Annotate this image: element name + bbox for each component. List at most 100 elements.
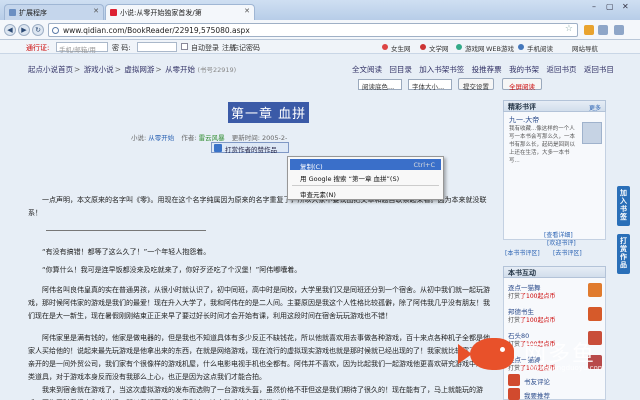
close-icon[interactable]: ✕ [244, 7, 250, 15]
tab-label: 小说:从零开始独家首发/第 [120, 9, 202, 17]
forward-icon[interactable]: ▶ [18, 24, 30, 36]
chapter-paragraph: 阿伟名叫良伟皇真的实在普通男孩，从很小时就认识了，初中同班，高中时是同校，大学里… [28, 286, 490, 320]
reload-icon[interactable]: ↻ [32, 24, 44, 36]
breadcrumb-vr[interactable]: 虚拟网游 [124, 65, 154, 74]
review-text: 我有收藏...像这样的一个人写一本书会写那么久，一本书有那么长，起码是回到以上还… [509, 126, 576, 164]
female-site-icon [382, 44, 388, 50]
window-close-icon[interactable]: ✕ [622, 2, 629, 11]
meta-label-novel: 小说: [131, 134, 147, 142]
menu-shortcut: Ctrl+C [413, 161, 435, 169]
gift-icon [214, 144, 222, 152]
breadcrumb: 起点小说首页> 游戏小说> 虚拟网游> 从零开始 (书号22919) [28, 65, 237, 74]
donor-value: 了100起点币 [520, 293, 556, 300]
meta-label-updated: 更新时间: [231, 134, 260, 142]
breadcrumb-book[interactable]: 从零开始 [165, 65, 195, 74]
donor-amount: 打赏了100起点币 [508, 315, 555, 324]
chapter-paragraph: 我来到宿舍就在游戏了，当这次虚拟游戏的发布而选购了一台游戏头盔，虽然价格不菲但这… [28, 386, 483, 400]
autologin-checkbox[interactable] [181, 43, 188, 50]
tip-work-tab[interactable]: 打赏作品 [617, 234, 630, 274]
meta-author[interactable]: 雷云风暴 [199, 134, 225, 142]
qidian-favicon-icon [110, 9, 117, 16]
breadcrumb-games[interactable]: 游戏小说 [84, 65, 114, 74]
tab-extensions[interactable]: 扩展程序 ✕ [4, 4, 104, 20]
menu-item-copy[interactable]: 复制(C) Ctrl+C [290, 159, 441, 171]
fullscreen-button[interactable]: 全屏阅读 [502, 78, 542, 91]
review-links: [欢迎书评] [本书书评区] [去书评区] [503, 238, 606, 257]
review-user[interactable]: 九一.大帝 [509, 115, 539, 125]
menu-label: 用 Google 搜索 “第一章 血拼”(S) [300, 175, 400, 183]
tab-novel[interactable]: 小说:从零开始独家首发/第 ✕ [105, 4, 255, 20]
list-item[interactable]: 逐点一猫舞 打赏了100起点币 [508, 282, 603, 302]
mobile-icon [518, 44, 524, 50]
reader-links: 全文阅读 回目录 加入书架书签 投推荐票 我的书架 返回书页 返回书目 [352, 64, 619, 75]
submit-settings-button[interactable]: 提交设置 [458, 78, 494, 91]
minimize-icon[interactable]: – [592, 2, 596, 11]
breadcrumb-home[interactable]: 起点小说首页 [28, 65, 73, 74]
menu-item-inspect[interactable]: 审查元素(N) [290, 187, 441, 199]
login-bar: 通行证: 手机/邮箱/用 密 码: 自动登录 注册 忘记密码 女生网 文学网 游… [0, 40, 640, 54]
toplink-mobile[interactable]: 手机阅读 [527, 43, 553, 53]
address-bar[interactable]: www.qidian.com/BookReader/22919,575080.a… [48, 23, 578, 37]
link-bookmark[interactable]: 加入书架书签 [419, 65, 464, 74]
puzzle-icon [9, 9, 16, 16]
forgot-password-link[interactable]: 忘记密码 [232, 43, 260, 53]
reviews-more-link[interactable]: 更多 [589, 103, 601, 112]
toplink-nav[interactable]: 网站导航 [572, 43, 598, 53]
welcome-review-link[interactable]: [欢迎书评] [547, 238, 576, 247]
medal-icon [588, 307, 602, 321]
browser-tab-bar: 扩展程序 ✕ 小说:从零开始独家首发/第 ✕ – ▢ ✕ [0, 0, 640, 20]
link-toc[interactable]: 回目录 [389, 65, 412, 74]
link-recommend[interactable]: 投推荐票 [472, 65, 502, 74]
literature-icon [420, 44, 426, 50]
font-size-select[interactable]: 字体大小... [408, 79, 452, 91]
list-item[interactable]: 邦德书生 打赏了100起点币 [508, 306, 603, 326]
link-bookpage[interactable]: 返回书页 [546, 65, 576, 74]
back-icon[interactable]: ◀ [4, 24, 16, 36]
chapter-title: 第一章 血拼 [228, 102, 310, 123]
tab-label: 扩展程序 [19, 9, 47, 17]
add-bookmark-tab[interactable]: 加入书签 [617, 186, 630, 226]
password-input[interactable] [137, 42, 177, 52]
maximize-icon[interactable]: ▢ [606, 2, 614, 11]
wrench-icon[interactable] [614, 25, 624, 35]
reviews-box: 九一.大帝 我有收藏...像这样的一个人写一本书会写那么久，一本书有那么长，起码… [503, 112, 606, 240]
menu-separator [292, 185, 439, 186]
reviews-header: 精彩书评 更多 [503, 100, 606, 112]
toplink-webgame[interactable]: WEB游戏 [486, 43, 514, 53]
tip-author-button[interactable]: 打赏作者的赞作品 [211, 142, 289, 154]
bookmark-star-icon[interactable]: ☆ [565, 24, 573, 34]
url-text: www.qidian.com/BookReader/22919,575080.a… [63, 26, 250, 35]
link-booklist[interactable]: 返回书目 [584, 65, 614, 74]
game-icon [456, 44, 462, 50]
menu-label: 复制(C) [300, 163, 323, 171]
extension-icon[interactable] [584, 25, 594, 35]
meta-label-author: 作者: [181, 134, 197, 142]
close-icon[interactable]: ✕ [93, 7, 99, 15]
meta-updated: 2005-2- [262, 134, 288, 142]
background-select[interactable]: 阅读底色... [358, 79, 402, 91]
fish-eye [500, 347, 505, 352]
donor-action: 打赏 [508, 317, 521, 324]
chapter-meta: 小说: 从零开始 作者: 雷云风暴 更新时间: 2005-2- [131, 132, 287, 142]
watermark-logo: 网多鱼 www.wangduoyu.com [456, 330, 640, 400]
globe-icon [52, 27, 59, 34]
username-input[interactable]: 手机/邮箱/用 [56, 42, 108, 54]
menu-label: 审查元素(N) [300, 191, 336, 199]
page-menu-icon[interactable] [598, 25, 608, 35]
menu-item-google-search[interactable]: 用 Google 搜索 “第一章 血拼”(S) [290, 171, 441, 183]
link-bookshelf[interactable]: 我的书架 [509, 65, 539, 74]
chapter-paragraph: “你算什么！我可是连早饭都没来及吃就来了，你好歹还吃了个汉堡！”阿伟嘟囔着。 [42, 266, 302, 274]
watermark-url: www.wangduoyu.com [528, 364, 605, 372]
toplink-literature[interactable]: 文学网 [429, 43, 449, 53]
chapter-paragraph: 阿伟家里是满有钱的，他家是做电器的，但是我也不知道具体有多少反正不缺钱花，所以他… [28, 334, 490, 381]
link-fulltext[interactable]: 全文阅读 [352, 65, 382, 74]
meta-novel[interactable]: 从零开始 [148, 134, 174, 142]
avatar [582, 122, 602, 144]
goto-review-link[interactable]: [去书评区] [553, 248, 582, 257]
review-area-link[interactable]: [本书书评区] [505, 248, 540, 257]
book-number: (书号22919) [197, 66, 237, 74]
toplink-game[interactable]: 游戏网 [465, 43, 485, 53]
divider [46, 230, 206, 231]
passport-label: 通行证: [26, 44, 50, 52]
toplink-female[interactable]: 女生网 [391, 43, 411, 53]
